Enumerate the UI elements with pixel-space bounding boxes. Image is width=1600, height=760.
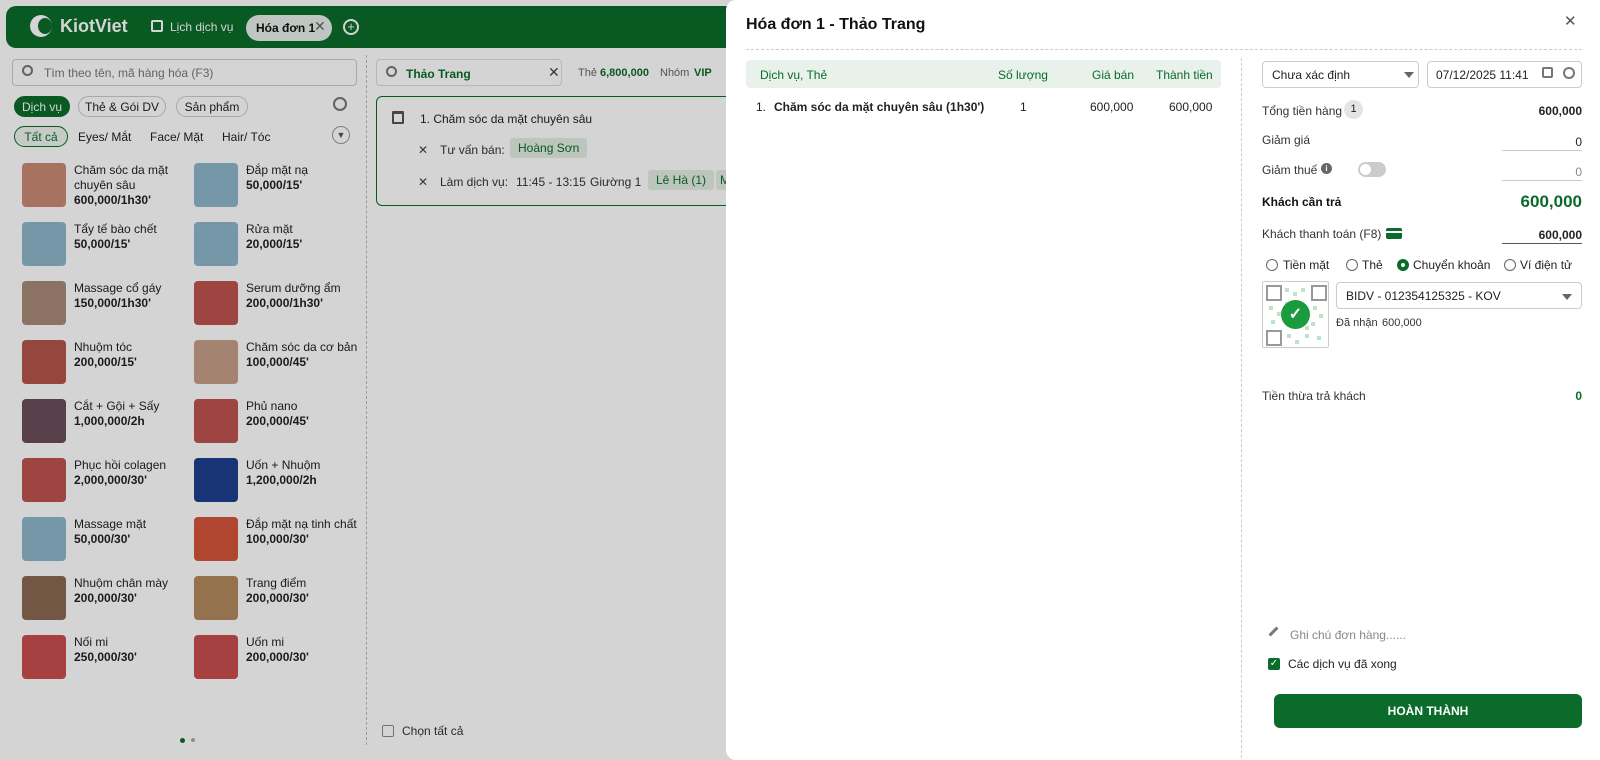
change-label: Tiền thừa trả khách	[1262, 389, 1366, 403]
customer-paid-input[interactable]: 600,000	[1482, 228, 1582, 242]
invoice-date-value: 07/12/2025 11:41	[1436, 68, 1529, 82]
received-value: 600,000	[1382, 317, 1422, 329]
modal-column-divider	[1241, 58, 1242, 758]
method-cash-radio[interactable]	[1266, 259, 1278, 271]
method-transfer-label: Chuyển khoản	[1413, 258, 1491, 272]
close-icon[interactable]: ✕	[1564, 12, 1577, 30]
services-done-label: Các dịch vụ đã xong	[1288, 657, 1397, 671]
chevron-down-icon	[1562, 294, 1572, 300]
bank-account-value: BIDV - 012354125325 - KOV	[1346, 289, 1501, 303]
row-index: 1.	[756, 100, 767, 114]
calendar-icon[interactable]	[1542, 67, 1553, 78]
clock-icon[interactable]	[1563, 67, 1575, 79]
status-select-value: Chưa xác định	[1272, 68, 1351, 82]
payment-card-icon[interactable]	[1386, 228, 1402, 239]
amount-due-label: Khách cần trả	[1262, 195, 1342, 209]
invoice-modal	[726, 0, 1600, 760]
discount-underline	[1502, 150, 1582, 151]
customer-paid-underline	[1502, 243, 1582, 244]
check-icon: ✓	[1281, 300, 1310, 329]
row-price: 600,000	[1090, 100, 1134, 114]
tax-input[interactable]: 0	[1482, 165, 1582, 179]
row-qty: 1	[1020, 100, 1027, 114]
tax-label: Giảm thuế	[1262, 163, 1318, 177]
info-icon[interactable]: i	[1321, 163, 1332, 174]
finish-button[interactable]: HOÀN THÀNH	[1274, 694, 1582, 728]
method-ewallet-label: Ví điện tử	[1520, 258, 1573, 272]
method-card-label: Thẻ	[1362, 258, 1383, 272]
subtotal-label: Tổng tiền hàng	[1262, 104, 1343, 118]
tax-underline	[1502, 180, 1582, 181]
col-header-price: Giá bán	[1092, 68, 1135, 82]
change-value: 0	[1575, 389, 1582, 403]
discount-input[interactable]: 0	[1482, 135, 1582, 149]
method-cash-label: Tiền mặt	[1283, 258, 1330, 272]
row-service-name: Chăm sóc da mặt chuyên sâu (1h30')	[774, 100, 985, 114]
subtotal-qty-badge: 1	[1344, 100, 1363, 119]
customer-paid-label: Khách thanh toán (F8)	[1262, 227, 1382, 241]
modal-divider	[746, 49, 1582, 50]
row-total: 600,000	[1169, 100, 1213, 114]
amount-due-value: 600,000	[1520, 192, 1582, 211]
order-note-input[interactable]: Ghi chú đơn hàng......	[1290, 628, 1406, 642]
col-header-service: Dịch vụ, Thẻ	[760, 68, 828, 82]
method-ewallet-radio[interactable]	[1504, 259, 1516, 271]
services-done-checkbox[interactable]: ✓	[1268, 658, 1280, 670]
col-header-total: Thành tiền	[1156, 68, 1213, 82]
method-card-radio[interactable]	[1346, 259, 1358, 271]
chevron-down-icon	[1404, 72, 1414, 78]
modal-title: Hóa đơn 1 - Thảo Trang	[746, 16, 926, 33]
tax-toggle[interactable]	[1358, 162, 1386, 177]
method-transfer-radio[interactable]	[1397, 259, 1409, 271]
discount-label: Giảm giá	[1262, 133, 1311, 147]
subtotal-value: 600,000	[1538, 104, 1582, 118]
col-header-qty: Số lượng	[998, 68, 1048, 82]
received-label: Đã nhận	[1336, 317, 1378, 329]
